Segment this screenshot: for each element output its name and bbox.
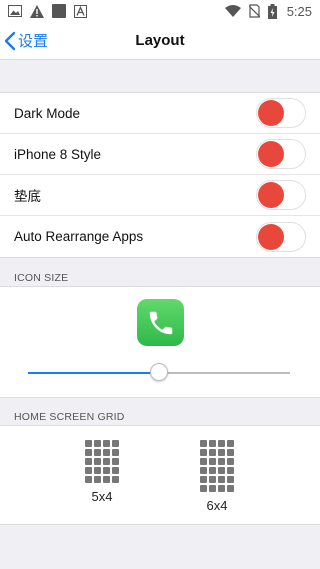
status-time: 5:25 [286, 3, 312, 19]
grid-dot [85, 467, 92, 474]
grid-dot [85, 440, 92, 447]
phone-icon [149, 311, 172, 334]
setting-label: Dark Mode [14, 105, 81, 121]
home-grid-header: HOME SCREEN GRID [14, 411, 125, 423]
setting-label: 垫底 [14, 189, 41, 204]
grid-dot [227, 467, 234, 474]
grid-dot [85, 449, 92, 456]
no-sim-icon [248, 4, 260, 18]
settings-group: Dark Mode iPhone 8 Style 垫底 Auto Rearran… [0, 92, 320, 258]
grid-dot [200, 485, 207, 492]
status-left-icons [8, 4, 87, 18]
slider-thumb[interactable] [150, 363, 168, 381]
slider-fill [28, 372, 159, 374]
grid-dot [94, 440, 101, 447]
grid-dot [218, 467, 225, 474]
grid-dot [218, 458, 225, 465]
app-a-icon [74, 4, 87, 18]
grid-dot [227, 440, 234, 447]
image-icon [8, 5, 22, 17]
grid-dot [112, 467, 119, 474]
grid-dot [112, 449, 119, 456]
grid-dot [200, 467, 207, 474]
grid-dot [209, 440, 216, 447]
grid-option-6x4[interactable]: 6x4 [192, 440, 242, 513]
grid-dot [103, 476, 110, 483]
dock-toggle[interactable] [256, 180, 306, 210]
grid-dot [103, 458, 110, 465]
grid-dot [200, 449, 207, 456]
toggle-knob [258, 182, 284, 208]
grid-dot [218, 476, 225, 483]
page-title: Layout [135, 32, 185, 49]
grid-dot [209, 458, 216, 465]
grid-dot [85, 458, 92, 465]
grid-option-5x4[interactable]: 5x4 [77, 440, 127, 504]
status-right-icons: 5:25 [224, 3, 312, 19]
grid-dot [218, 485, 225, 492]
setting-label: Auto Rearrange Apps [14, 229, 144, 244]
grid-5x4-icon [77, 440, 127, 483]
wifi-icon [224, 5, 241, 17]
grid-dot [94, 449, 101, 456]
grid-option-label: 6x4 [206, 498, 228, 513]
grid-option-label: 5x4 [91, 489, 113, 504]
grid-6x4-icon [192, 440, 242, 492]
grid-dot [218, 449, 225, 456]
grid-dot [94, 467, 101, 474]
phone-app-icon [137, 299, 184, 346]
grid-dot [112, 476, 119, 483]
grid-dot [227, 476, 234, 483]
auto-rearrange-toggle[interactable] [256, 221, 306, 252]
warning-icon [30, 4, 44, 18]
toggle-knob [258, 223, 284, 250]
grid-dot [227, 449, 234, 456]
square-icon [52, 4, 66, 18]
grid-dot [209, 476, 216, 483]
grid-dot [200, 458, 207, 465]
toggle-knob [258, 100, 284, 126]
grid-dot [94, 476, 101, 483]
grid-dot [103, 467, 110, 474]
grid-dot [227, 458, 234, 465]
icon-size-header: ICON SIZE [14, 272, 69, 284]
grid-dot [200, 476, 207, 483]
grid-dot [209, 467, 216, 474]
grid-dot [218, 440, 225, 447]
grid-dot [85, 476, 92, 483]
grid-dot [209, 449, 216, 456]
battery-charging-icon [267, 3, 277, 19]
grid-dot [227, 485, 234, 492]
dark-mode-toggle[interactable] [256, 98, 306, 128]
grid-dot [112, 440, 119, 447]
grid-dot [200, 440, 207, 447]
setting-row-auto-rearrange: Auto Rearrange Apps [0, 216, 320, 257]
setting-label: iPhone 8 Style [14, 146, 102, 162]
icon-size-section [0, 286, 320, 398]
iphone8-style-toggle[interactable] [256, 139, 306, 169]
grid-dot [103, 449, 110, 456]
icon-size-slider[interactable] [28, 363, 290, 381]
navigation-bar: 设置 Layout [0, 22, 320, 60]
grid-dot [103, 440, 110, 447]
toggle-knob [258, 141, 284, 167]
setting-row-iphone8-style: iPhone 8 Style [0, 134, 320, 175]
grid-dot [209, 485, 216, 492]
grid-dot [94, 458, 101, 465]
setting-row-dark-mode: Dark Mode [0, 93, 320, 134]
grid-dot [112, 458, 119, 465]
status-bar: 5:25 [0, 0, 320, 22]
home-grid-section: 5x4 6x4 [0, 425, 320, 525]
setting-row-dock: 垫底 [0, 175, 320, 216]
